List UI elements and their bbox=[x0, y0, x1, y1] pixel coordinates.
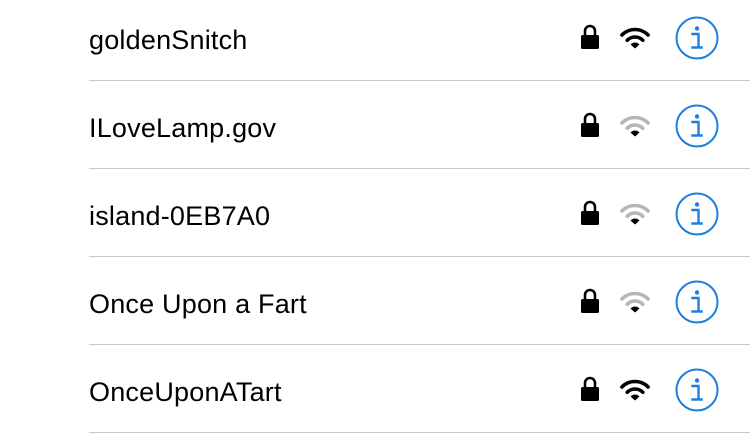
wifi-bar bbox=[620, 203, 650, 213]
wifi-bar bbox=[620, 115, 650, 125]
lock-icon bbox=[581, 200, 599, 225]
divider bbox=[89, 80, 750, 81]
wifi-bar bbox=[620, 27, 650, 37]
wifi-bar bbox=[630, 306, 640, 313]
wifi-bar bbox=[630, 218, 640, 225]
divider bbox=[89, 344, 750, 345]
info-icon[interactable] bbox=[675, 16, 719, 60]
divider bbox=[89, 256, 750, 257]
wifi-signal-icon bbox=[620, 291, 650, 313]
network-row-goldensnitch[interactable]: goldenSnitch bbox=[0, 0, 750, 88]
wifi-signal-icon bbox=[620, 203, 650, 225]
info-icon[interactable] bbox=[675, 368, 719, 412]
info-icon[interactable] bbox=[675, 280, 719, 324]
wifi-bar bbox=[630, 42, 640, 49]
network-name: Once Upon a Fart bbox=[89, 289, 307, 319]
lock-icon bbox=[581, 376, 599, 401]
network-name: ILoveLamp.gov bbox=[89, 113, 277, 143]
wifi-bar bbox=[625, 299, 645, 307]
lock-icon bbox=[581, 24, 599, 49]
wifi-bar bbox=[630, 394, 640, 401]
lock-icon bbox=[581, 288, 599, 313]
info-icon[interactable] bbox=[675, 104, 719, 148]
network-row-once-upon-a-fart[interactable]: Once Upon a Fart bbox=[0, 264, 750, 352]
wifi-bar bbox=[620, 379, 650, 389]
network-row-onceuponatart[interactable]: OnceUponATart bbox=[0, 352, 750, 440]
wifi-bar bbox=[630, 130, 640, 137]
wifi-bar bbox=[625, 35, 645, 43]
wifi-bar bbox=[625, 387, 645, 395]
wifi-signal-icon bbox=[620, 379, 650, 401]
divider bbox=[89, 168, 750, 169]
network-name: island-0EB7A0 bbox=[89, 201, 271, 231]
wifi-bar bbox=[625, 211, 645, 219]
wifi-signal-icon bbox=[620, 115, 650, 137]
network-row-island[interactable]: island-0EB7A0 bbox=[0, 176, 750, 264]
network-name: goldenSnitch bbox=[89, 25, 248, 55]
wifi-bar bbox=[625, 123, 645, 131]
lock-icon bbox=[581, 112, 599, 137]
network-name: OnceUponATart bbox=[89, 377, 282, 407]
network-row-ilovelamp[interactable]: ILoveLamp.gov bbox=[0, 88, 750, 176]
wifi-network-list: goldenSnitch ILoveLamp.gov island-0EB7A0… bbox=[0, 0, 750, 444]
divider bbox=[89, 432, 750, 433]
wifi-bar bbox=[620, 291, 650, 301]
wifi-signal-icon bbox=[620, 27, 650, 49]
info-icon[interactable] bbox=[675, 192, 719, 236]
